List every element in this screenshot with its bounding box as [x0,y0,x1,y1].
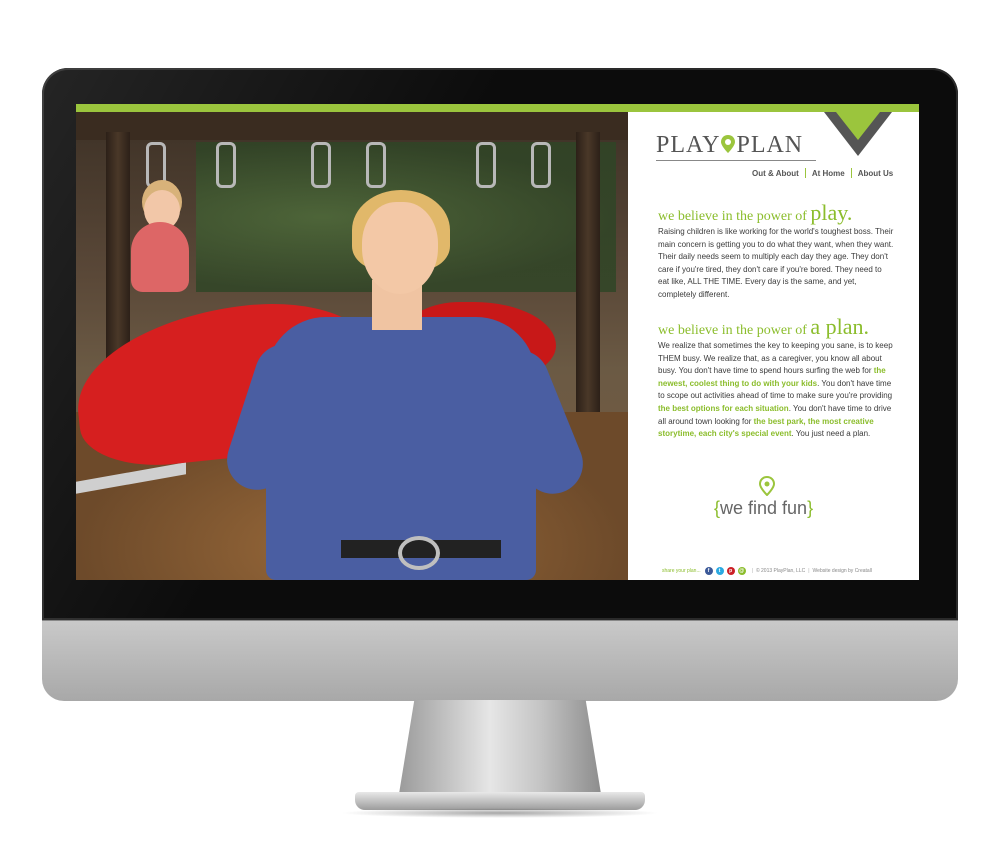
logo-underline [656,160,816,161]
woman-face [362,202,438,294]
body-segment: . You just need a plan. [791,429,871,439]
chevron-down-icon [824,112,892,156]
logo-text-play: PLAY [656,132,721,158]
heading-lead: we believe in the power of [658,209,807,224]
tagline-text: we find fun [720,498,808,518]
monkey-bar-ring [216,142,236,188]
playplan-logo[interactable]: PLAY PLAN [656,132,803,159]
hero-photo [76,112,628,580]
nav-about-us[interactable]: About Us [858,169,894,178]
belt-buckle [398,536,440,570]
playground-beam [76,112,628,140]
monitor-stand-shadow [340,808,660,818]
map-pin-icon [759,476,775,496]
footer-divider: | [751,568,753,574]
monkey-bar-ring [366,142,386,188]
site-footer: share your plan... f t p @ | © 2013 Play… [662,565,872,577]
section-heading-plan: we believe in the power of a plan. [658,314,869,340]
accent-top-bar [76,104,919,112]
email-icon[interactable]: @ [737,567,746,575]
design-credit[interactable]: Website design by Creatall [813,568,872,574]
section-heading-play: we believe in the power of play. [658,200,852,226]
heading-lead: we believe in the power of [658,323,807,338]
main-nav: Out & About At Home About Us [752,168,893,178]
nav-divider [804,168,806,178]
girl-body [131,222,189,292]
monkey-bar-ring [531,142,551,188]
monkey-bar-ring [476,142,496,188]
twitter-icon[interactable]: t [715,567,724,575]
section-body-plan: We realize that sometimes the key to kee… [658,340,894,441]
monkey-bar-ring [146,142,166,188]
logo-text-plan: PLAN [736,132,804,158]
section-body-play: Raising children is like working for the… [658,227,894,299]
tagline: {we find fun} [714,498,813,519]
tagline-brace-close: } [807,498,814,518]
heading-emphasis: play. [810,200,853,225]
share-label: share your plan... [662,568,701,574]
copyright-text: © 2013 PlayPlan, LLC [755,568,806,574]
monitor-stand-neck [398,700,602,800]
body-segment: We realize that sometimes the key to kee… [658,341,893,376]
monitor-chin [42,620,958,701]
facebook-icon[interactable]: f [704,567,713,575]
highlight-link[interactable]: the best options for each situation [658,404,789,413]
content-panel: PLAY PLAN Out & About At Home About Us w… [628,112,919,580]
nav-out-and-about[interactable]: Out & About [752,169,799,178]
pinterest-icon[interactable]: p [726,567,735,575]
nav-at-home[interactable]: At Home [812,169,845,178]
map-pin-icon [721,134,736,153]
footer-divider: | [808,568,810,574]
heading-emphasis: a plan. [810,314,870,339]
monkey-bar-ring [311,142,331,188]
website-screen: PLAY PLAN Out & About At Home About Us w… [76,104,919,580]
nav-divider [850,168,852,178]
